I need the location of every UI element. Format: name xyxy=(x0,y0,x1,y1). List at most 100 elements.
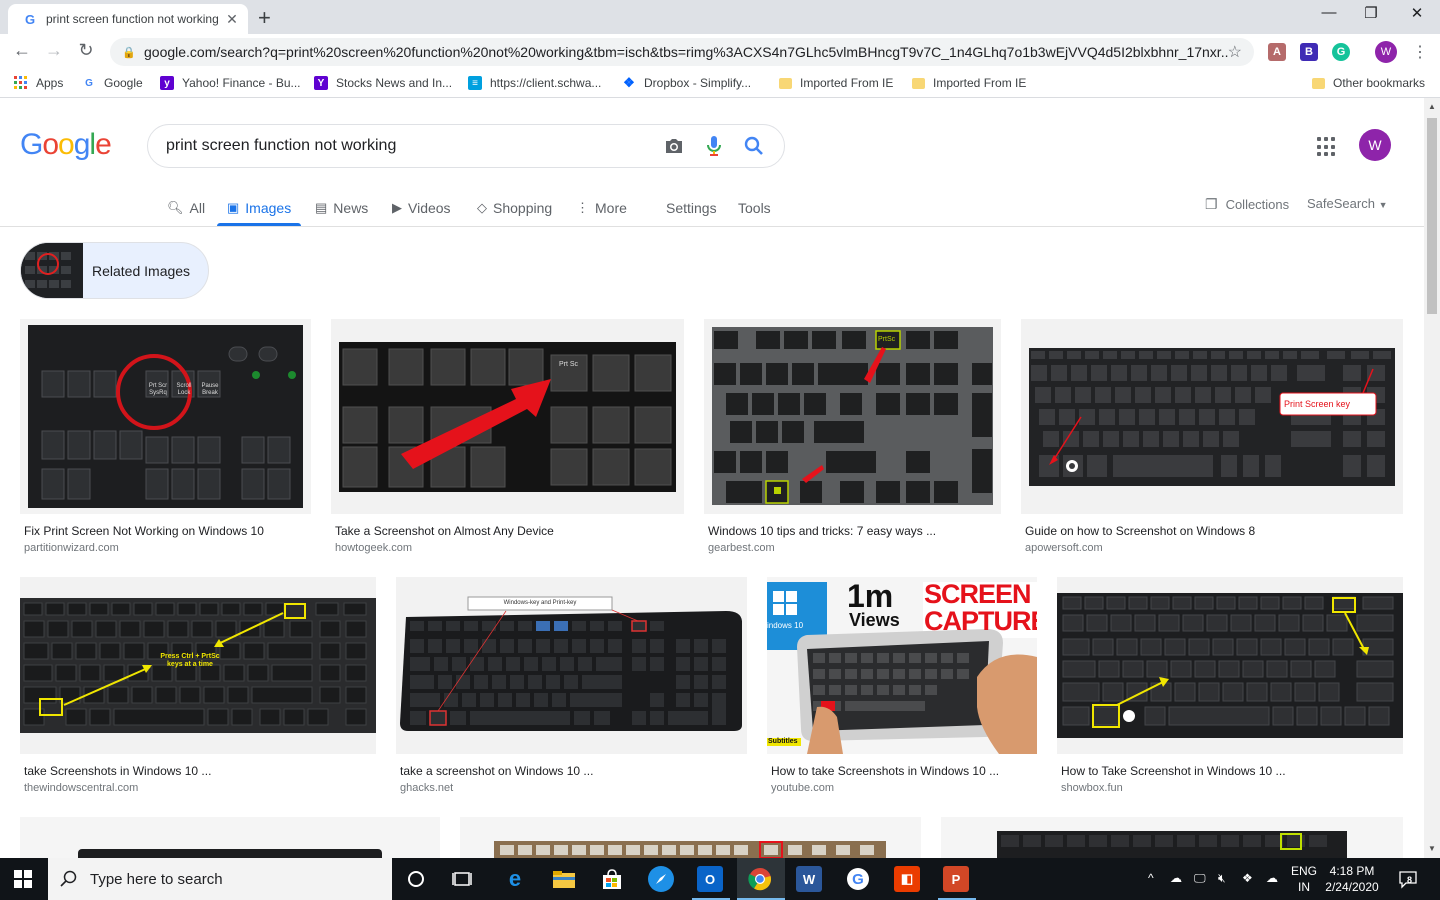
result-title[interactable]: How to Take Screenshot in Windows 10 ... xyxy=(1061,764,1286,778)
task-view-icon[interactable] xyxy=(450,866,476,892)
result-title[interactable]: Fix Print Screen Not Working on Windows … xyxy=(24,524,264,538)
bookmark-imported-ie-2[interactable]: Imported From IE xyxy=(911,76,1026,90)
safari-compass-icon[interactable] xyxy=(648,866,674,892)
result-image[interactable]: indows 10 1m Views SCREEN CAPTURE Subtit… xyxy=(767,577,1037,754)
result-image[interactable]: Windows-key and Print-key xyxy=(396,577,747,754)
notification-center-icon[interactable]: 8 xyxy=(1398,869,1418,889)
search-icon[interactable] xyxy=(742,134,766,158)
result-title[interactable]: Windows 10 tips and tricks: 7 easy ways … xyxy=(708,524,936,538)
tab-more[interactable]: ⋮ More xyxy=(576,190,627,226)
result-image[interactable]: Print Screen key xyxy=(1021,319,1403,514)
bookmark-star-icon[interactable]: ☆ xyxy=(1228,42,1242,62)
maximize-icon[interactable]: ❐ xyxy=(1348,4,1394,22)
input-language[interactable]: ENG IN xyxy=(1291,863,1317,895)
scroll-up-icon[interactable]: ▲ xyxy=(1428,102,1436,111)
tab-tools[interactable]: Tools xyxy=(738,190,771,226)
tab-settings[interactable]: Settings xyxy=(666,190,717,226)
cortana-icon[interactable] xyxy=(403,866,429,892)
google-logo[interactable]: Google xyxy=(20,128,112,162)
office-icon[interactable]: ◧ xyxy=(894,866,920,892)
result-image[interactable] xyxy=(460,817,921,858)
result-image[interactable] xyxy=(1057,577,1403,754)
page-scrollbar[interactable]: ▲ ▼ xyxy=(1424,98,1440,858)
windows-start-icon[interactable] xyxy=(14,870,32,888)
result-source[interactable]: apowersoft.com xyxy=(1025,542,1103,554)
onedrive-cloud-icon[interactable]: ☁ xyxy=(1170,871,1182,885)
profile-avatar[interactable]: W xyxy=(1375,41,1397,63)
network-icon[interactable]: 🖵︎ xyxy=(1194,871,1206,886)
tab-videos[interactable]: ▶ Videos xyxy=(392,190,451,226)
bookmark-google[interactable]: G Google xyxy=(82,76,143,90)
dropbox-icon[interactable]: ❖ xyxy=(1242,871,1253,885)
show-hidden-icons-chevron-icon[interactable]: ^ xyxy=(1148,871,1154,885)
grammarly-extension-icon[interactable]: G xyxy=(1332,43,1350,61)
window-close-icon[interactable]: ✕ xyxy=(1394,4,1440,22)
google-apps-icon[interactable] xyxy=(1317,137,1337,157)
result-image[interactable]: PrtSc xyxy=(704,319,1001,514)
volume-muted-icon[interactable]: 🔇︎ xyxy=(1218,871,1226,886)
browser-tab[interactable]: G print screen function not working ✕ xyxy=(8,4,248,34)
store-icon[interactable] xyxy=(599,866,625,892)
result-image[interactable]: Prt Sc xyxy=(331,319,684,514)
forward-icon[interactable]: → xyxy=(42,40,66,61)
result-source[interactable]: howtogeek.com xyxy=(335,542,412,554)
chrome-icon[interactable] xyxy=(747,866,773,892)
microphone-icon[interactable] xyxy=(702,134,726,158)
file-explorer-icon[interactable] xyxy=(551,866,577,892)
result-title[interactable]: How to take Screenshots in Windows 10 ..… xyxy=(771,764,999,778)
back-icon[interactable]: ← xyxy=(10,40,34,61)
outlook-icon[interactable]: O xyxy=(697,866,723,892)
word-icon[interactable]: W xyxy=(796,866,822,892)
result-title[interactable]: take a screenshot on Windows 10 ... xyxy=(400,764,593,778)
tab-images[interactable]: ▣ Images xyxy=(216,190,302,226)
bookmark-apps[interactable]: Apps xyxy=(14,76,63,90)
safesearch-dropdown[interactable]: SafeSearch ▼ xyxy=(1307,196,1387,211)
result-source[interactable]: showbox.fun xyxy=(1061,782,1123,794)
google-icon[interactable]: G xyxy=(845,866,871,892)
search-input[interactable]: print screen function not working xyxy=(166,137,646,155)
edge-icon[interactable]: e xyxy=(502,866,528,892)
bookmark-dropbox[interactable]: ❖ Dropbox - Simplify... xyxy=(622,75,751,90)
result-source[interactable]: partitionwizard.com xyxy=(24,542,119,554)
bookmark-schwab[interactable]: ≡ https://client.schwa... xyxy=(468,76,601,90)
scrollbar-thumb[interactable] xyxy=(1427,118,1437,314)
result-source[interactable]: gearbest.com xyxy=(708,542,775,554)
taskbar-search[interactable]: Type here to search xyxy=(48,858,392,900)
scroll-down-icon[interactable]: ▼ xyxy=(1428,844,1436,853)
result-title[interactable]: Guide on how to Screenshot on Windows 8 xyxy=(1025,524,1255,538)
result-image[interactable]: Press Ctrl + PrtSc keys at a time xyxy=(20,577,376,754)
reload-icon[interactable]: ↻ xyxy=(74,40,98,61)
result-image[interactable] xyxy=(941,817,1403,858)
result-image[interactable] xyxy=(20,817,440,858)
minimize-icon[interactable]: — xyxy=(1306,4,1352,21)
camera-icon[interactable] xyxy=(662,134,686,158)
menu-kebab-icon[interactable]: ⋮ xyxy=(1412,42,1428,62)
result-source[interactable]: ghacks.net xyxy=(400,782,453,794)
tab-news[interactable]: ▤ News xyxy=(315,190,368,226)
account-avatar[interactable]: W xyxy=(1359,129,1391,161)
taskbar-search-input[interactable]: Type here to search xyxy=(90,871,223,888)
b-extension-icon[interactable]: B xyxy=(1300,43,1318,61)
result-title[interactable]: take Screenshots in Windows 10 ... xyxy=(24,764,211,778)
search-box[interactable]: print screen function not working xyxy=(147,124,785,168)
address-bar[interactable]: 🔒 google.com/search?q=print%20screen%20f… xyxy=(110,38,1254,66)
bookmark-stocks-news[interactable]: Y Stocks News and In... xyxy=(314,76,452,90)
result-title[interactable]: Take a Screenshot on Almost Any Device xyxy=(335,524,554,538)
collections-link[interactable]: ❐ Collections xyxy=(1205,196,1289,213)
result-source[interactable]: youtube.com xyxy=(771,782,834,794)
new-tab-icon[interactable]: + xyxy=(258,5,271,31)
powerpoint-icon[interactable]: P xyxy=(943,866,969,892)
related-images-chip[interactable]: Related Images xyxy=(20,242,209,299)
tab-shopping[interactable]: ◇ Shopping xyxy=(477,190,552,226)
result-source[interactable]: thewindowscentral.com xyxy=(24,782,138,794)
tab-close-icon[interactable]: ✕ xyxy=(224,11,240,28)
result-image[interactable]: Prt Scr SysRq Scroll Lock Pause Break xyxy=(20,319,311,514)
pdf-extension-icon[interactable]: A xyxy=(1268,43,1286,61)
bookmark-other[interactable]: Other bookmarks xyxy=(1311,76,1425,90)
url-text[interactable]: google.com/search?q=print%20screen%20fun… xyxy=(144,44,1228,60)
tab-all[interactable]: 🔍︎ All xyxy=(167,190,205,226)
cloud-upload-icon[interactable]: ☁ xyxy=(1266,871,1278,885)
system-clock[interactable]: 4:18 PM 2/24/2020 xyxy=(1320,863,1384,895)
bookmark-imported-ie-1[interactable]: Imported From IE xyxy=(778,76,893,90)
bookmark-yahoo-finance[interactable]: y Yahoo! Finance - Bu... xyxy=(160,76,301,90)
